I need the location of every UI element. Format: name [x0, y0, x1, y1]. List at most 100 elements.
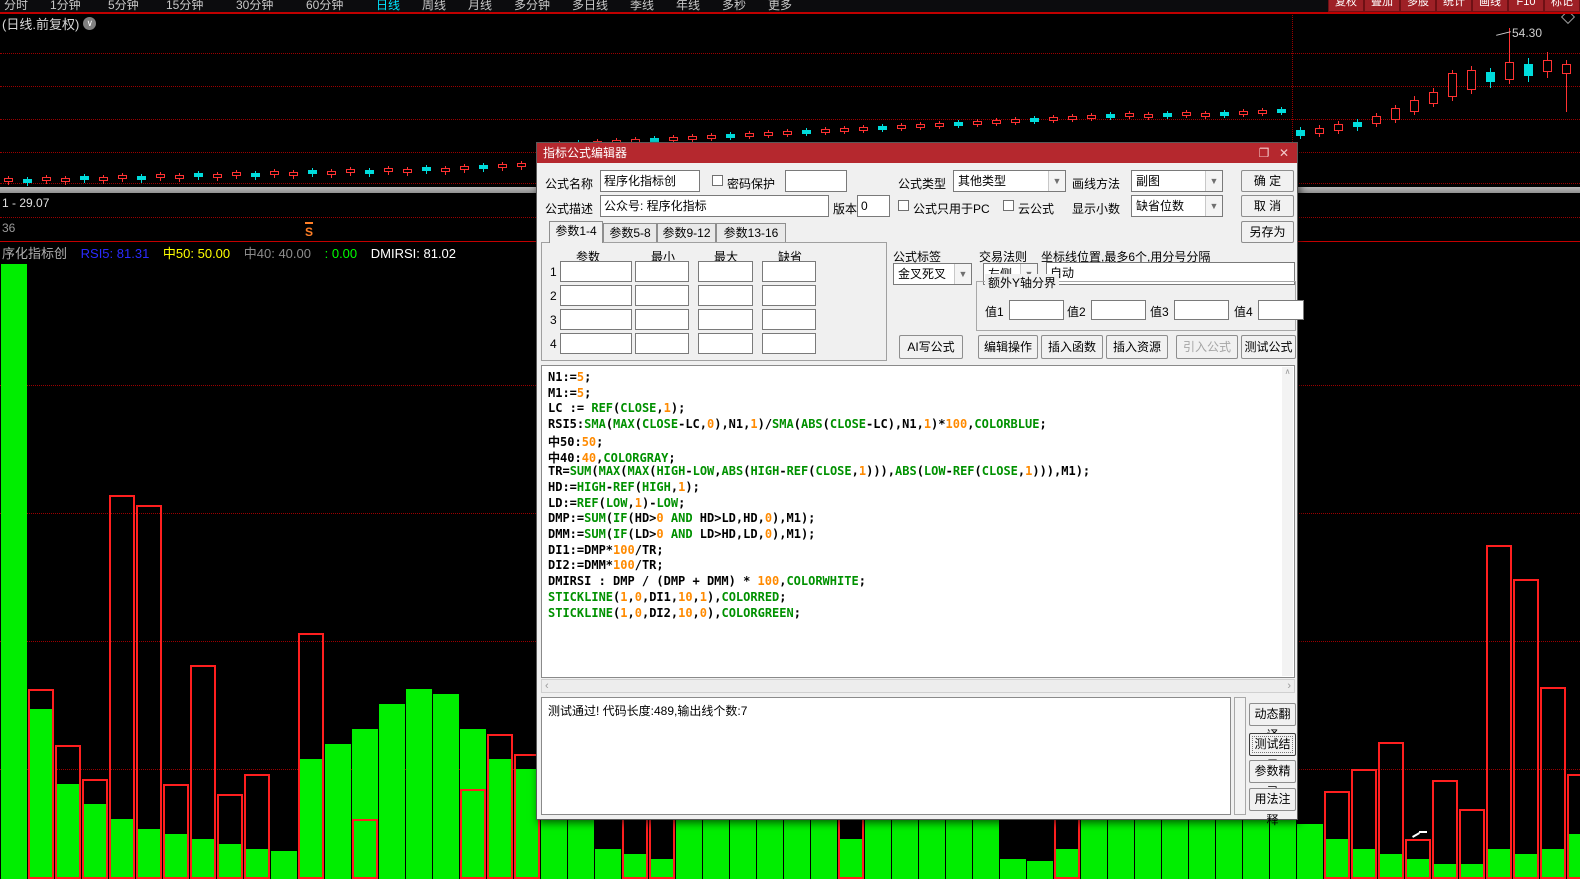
param-input[interactable]	[560, 261, 632, 282]
toolbar-button[interactable]: 画线	[1472, 0, 1508, 12]
maximize-icon[interactable]: ❐	[1255, 143, 1273, 163]
period-item[interactable]: 周线	[422, 0, 446, 13]
dialog-title-bar[interactable]: 指标公式编辑器	[537, 143, 1297, 163]
result-scrollbar[interactable]	[1234, 697, 1246, 815]
param-input[interactable]	[635, 309, 689, 330]
param-input[interactable]	[762, 285, 816, 306]
side-button-3[interactable]: 参数精灵	[1249, 760, 1296, 783]
green-stick-bar	[1297, 824, 1323, 879]
code-line: DMP:=SUM(IF(HD>0 AND HD>LD,HD,0),M1);	[548, 511, 815, 526]
param-input[interactable]	[698, 309, 753, 330]
chevron-down-icon[interactable]: ▼	[1048, 171, 1065, 191]
ybound-input[interactable]	[1174, 300, 1229, 320]
red-stick-bar	[1567, 774, 1580, 879]
tab-param-3[interactable]: 参数9-12	[657, 223, 716, 242]
volume-pane-label: 1 - 29.07	[2, 196, 49, 210]
tab-param-2[interactable]: 参数5-8	[603, 223, 657, 242]
param-panel: 参数最小最大缺省1234	[541, 242, 887, 361]
period-item[interactable]: 多秒	[722, 0, 746, 13]
scroll-left-icon[interactable]: ‹	[545, 680, 549, 693]
chevron-down-icon[interactable]: ▼	[1205, 196, 1222, 216]
param-input[interactable]	[635, 333, 689, 354]
param-input[interactable]	[698, 261, 753, 282]
side-button-4[interactable]: 用法注释	[1249, 788, 1296, 811]
period-item[interactable]: 分时	[4, 0, 28, 13]
candle-body	[973, 121, 982, 125]
ybound-input[interactable]	[1091, 300, 1146, 320]
decimal-select[interactable]: 缺省位数 ▼	[1131, 195, 1223, 217]
period-item[interactable]: 日线	[376, 0, 400, 13]
period-item[interactable]: 30分钟	[236, 0, 273, 13]
period-item[interactable]: 年线	[676, 0, 700, 13]
side-button-2[interactable]: 测试结果	[1249, 733, 1296, 756]
toolbar-button[interactable]: F10	[1508, 0, 1544, 12]
param-input[interactable]	[635, 285, 689, 306]
action-button-6[interactable]: 测试公式	[1241, 335, 1296, 359]
param-input[interactable]	[560, 333, 632, 354]
close-icon[interactable]: ✕	[1275, 143, 1293, 163]
formula-desc-input[interactable]: 公众号: 程序化指标	[600, 195, 829, 217]
period-item[interactable]: 更多	[768, 0, 792, 13]
red-stick-bar	[298, 633, 324, 879]
param-input[interactable]	[635, 261, 689, 282]
action-button-3[interactable]: 插入函数	[1041, 335, 1103, 359]
formula-name-input[interactable]: 程序化指标创	[600, 170, 700, 192]
period-item[interactable]: 1分钟	[50, 0, 81, 13]
param-input[interactable]	[762, 261, 816, 282]
formula-tag-select[interactable]: 金叉死叉 ▼	[893, 263, 972, 285]
green-stick-bar	[325, 744, 351, 879]
toolbar-button[interactable]: 统计	[1436, 0, 1472, 12]
chevron-down-circle-icon[interactable]: ∨	[83, 17, 96, 30]
scroll-right-icon[interactable]: ›	[1287, 680, 1291, 693]
period-item[interactable]: 5分钟	[108, 0, 139, 13]
chevron-down-icon[interactable]: ▼	[954, 264, 971, 284]
action-button-1[interactable]: AI写公式	[899, 335, 963, 359]
period-item[interactable]: 多日线	[572, 0, 608, 13]
action-button-4[interactable]: 插入资源	[1106, 335, 1168, 359]
toolbar-button[interactable]: 标记	[1544, 0, 1580, 12]
pc-only-checkbox[interactable]	[898, 200, 909, 211]
cancel-button[interactable]: 取 消	[1241, 195, 1294, 217]
code-horizontal-scrollbar[interactable]: ‹ ›	[541, 679, 1295, 693]
password-protect-checkbox[interactable]	[712, 175, 723, 186]
ybound-input[interactable]	[1009, 300, 1064, 320]
param-input[interactable]	[698, 285, 753, 306]
toolbar-button[interactable]: 复权	[1328, 0, 1364, 12]
password-input[interactable]	[785, 170, 847, 192]
chevron-down-icon[interactable]: ▼	[1205, 171, 1222, 191]
code-vertical-scrollbar[interactable]: ∧	[1282, 367, 1293, 676]
version-label: 版本	[833, 200, 857, 217]
grid-line	[0, 119, 1580, 120]
param-input[interactable]	[560, 285, 632, 306]
tab-param-4[interactable]: 参数13-16	[716, 223, 786, 242]
version-input[interactable]: 0	[857, 195, 890, 217]
formula-type-select[interactable]: 其他类型 ▼	[953, 170, 1066, 192]
ok-button[interactable]: 确 定	[1241, 170, 1294, 192]
code-line: DI1:=DMP*100/TR;	[548, 543, 664, 558]
extra-y-axis-group: 额外Y轴分界 值1值2值3值4	[976, 281, 1296, 331]
toolbar-button[interactable]: 叠加	[1364, 0, 1400, 12]
green-stick-bar	[730, 819, 756, 879]
param-input[interactable]	[762, 309, 816, 330]
param-input[interactable]	[698, 333, 753, 354]
draw-method-select[interactable]: 副图 ▼	[1131, 170, 1223, 192]
green-stick-bar	[1000, 859, 1026, 879]
period-item[interactable]: 季线	[630, 0, 654, 13]
period-item[interactable]: 月线	[468, 0, 492, 13]
param-input[interactable]	[560, 309, 632, 330]
dmirsi-value: DMIRSI: 81.02	[371, 246, 456, 261]
period-item[interactable]: 60分钟	[306, 0, 343, 13]
toolbar-button[interactable]: 多股	[1400, 0, 1436, 12]
param-row-number: 2	[550, 289, 557, 303]
period-item[interactable]: 多分钟	[514, 0, 550, 13]
param-input[interactable]	[762, 333, 816, 354]
side-button-1[interactable]: 动态翻译	[1249, 703, 1296, 726]
period-item[interactable]: 15分钟	[166, 0, 203, 13]
candle-body	[99, 177, 108, 181]
cloud-formula-checkbox[interactable]	[1003, 200, 1014, 211]
tab-param-1[interactable]: 参数1-4	[549, 221, 603, 243]
formula-code-editor[interactable]: N1:=5;M1:=5;LC := REF(CLOSE,1);RSI5:SMA(…	[541, 365, 1295, 678]
ybound-input[interactable]	[1258, 300, 1304, 320]
action-button-2[interactable]: 编辑操作	[978, 335, 1038, 359]
save-as-button[interactable]: 另存为	[1241, 221, 1294, 243]
